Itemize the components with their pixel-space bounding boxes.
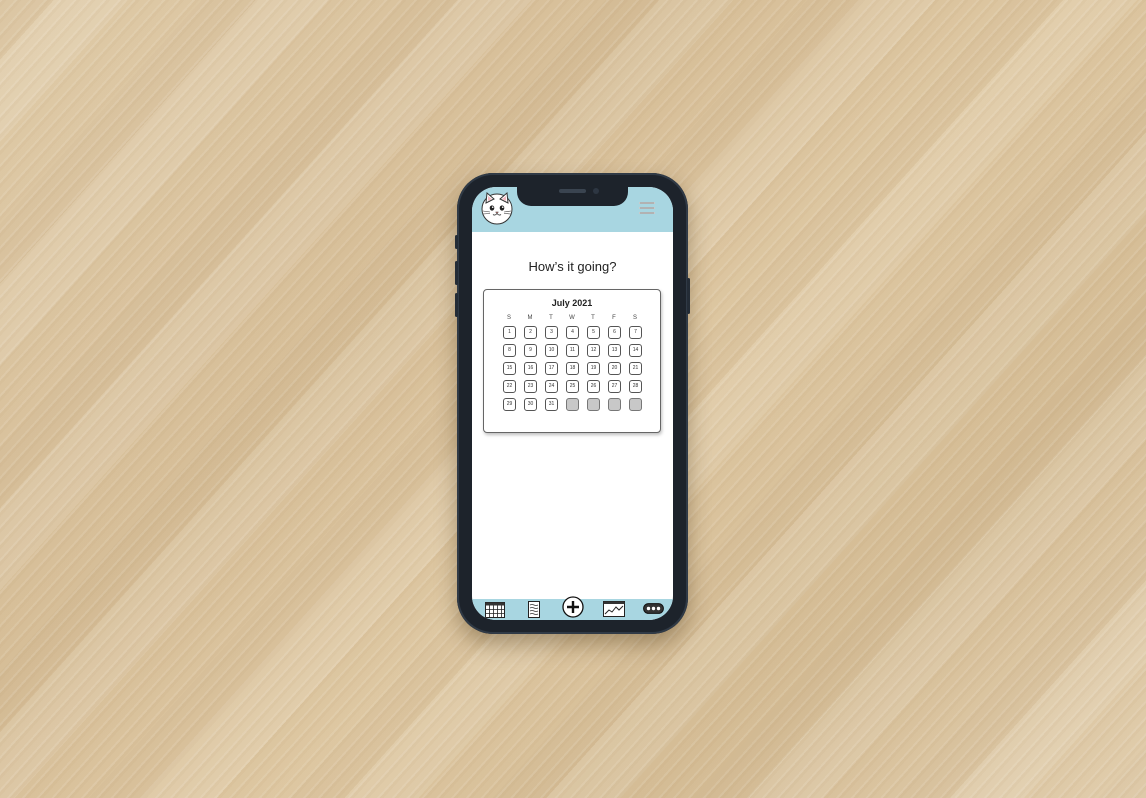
day-cell[interactable]: 13 — [608, 344, 621, 357]
empty-day-cell — [629, 398, 642, 411]
bottom-nav-bar — [472, 596, 673, 620]
day-cell[interactable]: 18 — [566, 362, 579, 375]
phone-device: How’s it going? July 2021 SMTWTFS1234567… — [455, 173, 690, 634]
day-cell[interactable]: 21 — [629, 362, 642, 375]
day-cell[interactable]: 2 — [524, 326, 537, 339]
empty-day-cell — [566, 398, 579, 411]
day-cell[interactable]: 3 — [545, 326, 558, 339]
day-cell[interactable]: 12 — [587, 344, 600, 357]
day-cell[interactable]: 7 — [629, 326, 642, 339]
day-cell[interactable]: 20 — [608, 362, 621, 375]
menu-line — [639, 207, 655, 209]
more-icon[interactable] — [643, 603, 664, 614]
weekday-label: S — [632, 315, 637, 321]
day-cell[interactable]: 4 — [566, 326, 579, 339]
day-cell[interactable]: 8 — [503, 344, 516, 357]
day-cell[interactable]: 22 — [503, 380, 516, 393]
day-cell[interactable]: 23 — [524, 380, 537, 393]
calendar-grid-icon[interactable] — [485, 602, 505, 618]
day-cell[interactable]: 1 — [503, 326, 516, 339]
calendar-month-label: July 2021 — [551, 298, 593, 308]
volume-down-button — [455, 293, 458, 317]
notch — [517, 187, 628, 206]
power-button — [687, 278, 690, 314]
day-cell[interactable]: 19 — [587, 362, 600, 375]
day-cell[interactable]: 11 — [566, 344, 579, 357]
menu-line — [639, 202, 655, 204]
weekday-label: T — [591, 315, 595, 321]
day-cell[interactable]: 15 — [503, 362, 516, 375]
weekday-label: M — [527, 315, 533, 321]
weekday-label: S — [506, 315, 511, 321]
day-cell[interactable]: 30 — [524, 398, 537, 411]
side-button — [455, 235, 458, 249]
day-cell[interactable]: 16 — [524, 362, 537, 375]
day-cell[interactable]: 24 — [545, 380, 558, 393]
day-cell[interactable]: 26 — [587, 380, 600, 393]
chart-icon[interactable] — [603, 601, 625, 617]
hamburger-menu-icon[interactable] — [639, 202, 655, 216]
add-icon[interactable] — [562, 596, 584, 618]
day-cell[interactable]: 28 — [629, 380, 642, 393]
day-cell[interactable]: 14 — [629, 344, 642, 357]
weekday-label: F — [612, 315, 616, 321]
day-cell[interactable]: 31 — [545, 398, 558, 411]
speaker — [559, 189, 586, 193]
volume-up-button — [455, 261, 458, 285]
day-cell[interactable]: 6 — [608, 326, 621, 339]
day-cell[interactable]: 17 — [545, 362, 558, 375]
empty-day-cell — [608, 398, 621, 411]
weekday-label: T — [549, 315, 553, 321]
menu-line — [639, 212, 655, 214]
day-cell[interactable]: 10 — [545, 344, 558, 357]
month-calendar: July 2021 S M T W T F S 1 2 3 4 5 6 7 8 9 10 11 12 13 14 15 16… — [483, 289, 661, 433]
day-cell[interactable]: 29 — [503, 398, 516, 411]
day-cell[interactable]: 27 — [608, 380, 621, 393]
greeting-text: How’s it going? — [528, 259, 617, 274]
day-cell[interactable]: 5 — [587, 326, 600, 339]
day-cell[interactable]: 25 — [566, 380, 579, 393]
day-cell[interactable]: 9 — [524, 344, 537, 357]
weekday-label: W — [569, 315, 575, 321]
cat-avatar-icon[interactable] — [480, 191, 514, 225]
empty-day-cell — [587, 398, 600, 411]
notes-icon[interactable] — [528, 601, 540, 618]
app-screen: How’s it going? July 2021 SMTWTFS1234567… — [472, 187, 673, 620]
camera — [593, 188, 599, 194]
